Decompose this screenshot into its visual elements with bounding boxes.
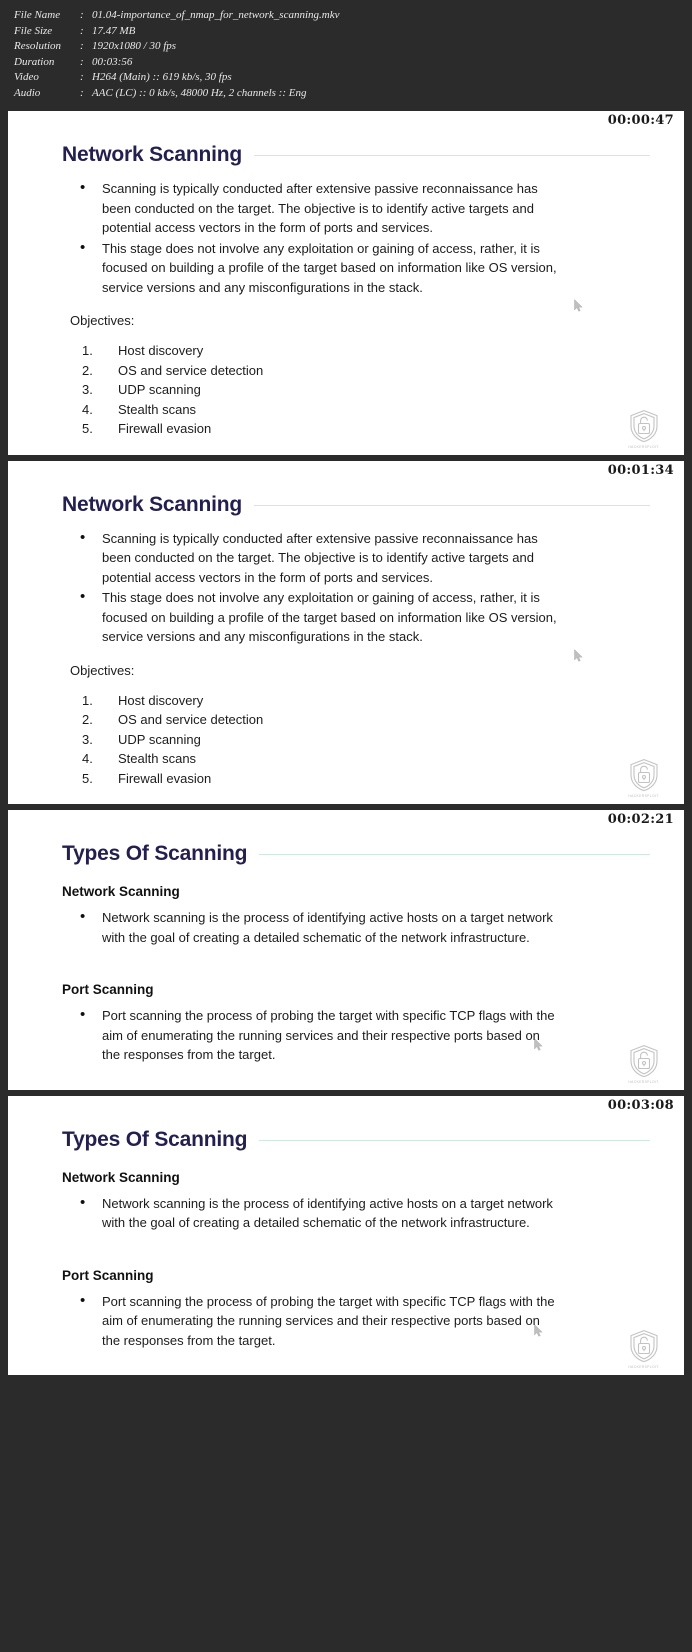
media-info-separator: : (80, 9, 84, 21)
section-heading: Port Scanning (62, 1267, 154, 1283)
list-item: Port scanning the process of probing the… (80, 1005, 560, 1065)
slide-title-container: Network Scanning (24, 490, 668, 519)
media-info-label: Resolution (14, 40, 62, 52)
video-frame-thumbnail[interactable]: 00:03:08 Types Of Scanning Network Scannin… (8, 1095, 684, 1376)
media-info-label: Audio (14, 86, 41, 99)
list-item: UDP scanning (82, 730, 201, 749)
shield-padlock-icon (618, 758, 670, 792)
list-item: Host discovery (82, 341, 204, 360)
slide-content: Types Of Scanning Network Scanning Network… (8, 840, 684, 1090)
timestamp-bar: 00:02:21 (8, 810, 684, 832)
media-info-label: File Name (14, 9, 61, 21)
list-item: Stealth scans (82, 749, 197, 768)
timestamp-bar: 00:03:08 (8, 1096, 684, 1118)
media-info-value: 01.04-importance_of_nmap_for_network_sca… (92, 9, 340, 21)
bullet-list: Port scanning the process of probing the… (80, 1291, 668, 1351)
media-info-label: File Size (14, 24, 53, 37)
mouse-cursor-icon (574, 648, 584, 662)
list-item: UDP scanning (82, 380, 201, 399)
watermark: HACKERSPLOIT. (618, 409, 670, 449)
objectives-label: Objectives: (70, 662, 135, 678)
frame-timestamp: 00:00:47 (607, 113, 674, 128)
bullet-list: Scanning is typically conducted after ex… (80, 178, 668, 298)
timestamp-bar: 00:01:34 (8, 461, 684, 483)
slide-content: Network Scanning Scanning is typically co… (8, 490, 684, 805)
media-info-row: Video: H264 (Main) :: 619 kb/s, 30 fps (14, 70, 682, 86)
media-info-row: Resolution:1920x1080 / 30 fps (14, 39, 682, 55)
list-item: Network scanning is the process of ident… (80, 1193, 560, 1233)
list-item: OS and service detection (82, 361, 264, 380)
slide-title: Types Of Scanning (24, 840, 260, 868)
list-item: Firewall evasion (82, 419, 212, 438)
media-info-value: 1920x1080 / 30 fps (92, 40, 177, 52)
media-info-separator: : (80, 55, 84, 68)
slide-title-container: Types Of Scanning (24, 840, 668, 868)
slide-title: Types Of Scanning (24, 1125, 260, 1154)
slide-title-container: Network Scanning (24, 141, 668, 169)
video-frame-thumbnail[interactable]: 00:00:47 Network Scanning Scanning is typi… (8, 111, 684, 455)
section-heading: Network Scanning (62, 1169, 180, 1185)
shield-padlock-icon (618, 1329, 670, 1363)
bullet-list: Scanning is typically conducted after ex… (80, 528, 668, 647)
list-item: Scanning is typically conducted after ex… (80, 178, 560, 238)
video-frame-thumbnail[interactable]: 00:02:21 Types Of Scanning Network Scannin… (8, 810, 684, 1090)
media-info-separator: : (80, 86, 84, 99)
watermark: HACKERSPLOIT. (618, 1044, 670, 1084)
list-item: OS and service detection (82, 710, 264, 729)
mouse-cursor-icon (534, 1037, 544, 1051)
media-info-value: 17.47 MB (92, 24, 136, 37)
media-info-value: H264 (Main) :: 619 kb/s, 30 fps (92, 71, 232, 83)
list-item: Scanning is typically conducted after ex… (80, 528, 560, 588)
watermark-brand: HACKERSPLOIT. (628, 1079, 660, 1084)
shield-padlock-icon (618, 409, 670, 443)
watermark-brand: HACKERSPLOIT. (628, 444, 660, 449)
media-info-separator: : (80, 24, 84, 37)
numbered-list: Host discovery OS and service detection UD… (82, 691, 668, 789)
slide-title: Network Scanning (24, 490, 254, 519)
media-info-separator: : (80, 71, 84, 83)
media-info-label: Video (14, 71, 39, 83)
section-heading: Network Scanning (62, 884, 180, 899)
bullet-list: Network scanning is the process of ident… (80, 907, 668, 947)
bullet-list: Port scanning the process of probing the… (80, 1005, 668, 1065)
shield-padlock-icon (618, 1044, 670, 1078)
list-item: Stealth scans (82, 400, 197, 419)
media-info-value: AAC (LC) :: 0 kb/s, 48000 Hz, 2 channels… (92, 86, 307, 99)
video-frame-thumbnail[interactable]: 00:01:34 Network Scanning Scanning is typi… (8, 460, 684, 805)
media-info-row: Duration:00:03:56 (14, 55, 682, 71)
video-contact-sheet: File Name:01.04-importance_of_nmap_for_n… (0, 0, 692, 1652)
media-info-header: File Name:01.04-importance_of_nmap_for_n… (0, 0, 692, 111)
list-item: Port scanning the process of probing the… (80, 1291, 560, 1351)
frame-timestamp: 00:02:21 (607, 812, 674, 827)
list-item: This stage does not involve any exploita… (80, 238, 560, 298)
list-item: Host discovery (82, 691, 204, 710)
slide-content: Network Scanning Scanning is typically co… (8, 141, 684, 455)
objectives-label: Objectives: (70, 313, 135, 328)
watermark: HACKERSPLOIT. (618, 758, 670, 798)
media-info-row: File Size:17.47 MB (14, 24, 682, 40)
list-item: Network scanning is the process of ident… (80, 907, 560, 947)
media-info-value: 00:03:56 (92, 55, 133, 68)
section-heading: Port Scanning (62, 982, 154, 997)
list-item: Firewall evasion (82, 769, 212, 788)
watermark-brand: HACKERSPLOIT. (628, 794, 660, 798)
numbered-list: Host discovery OS and service detection UD… (82, 341, 668, 439)
mouse-cursor-icon (574, 298, 584, 312)
frame-list: 00:00:47 Network Scanning Scanning is typi… (0, 111, 692, 1383)
media-info-separator: : (80, 40, 84, 52)
media-info-row: Audio: AAC (LC) :: 0 kb/s, 48000 Hz, 2 ch… (14, 86, 682, 102)
timestamp-bar: 00:00:47 (8, 111, 684, 133)
frame-timestamp: 00:03:08 (607, 1097, 674, 1113)
media-info-row: File Name:01.04-importance_of_nmap_for_n… (14, 8, 682, 24)
media-info-label: Duration (14, 55, 55, 68)
slide-title-container: Types Of Scanning (24, 1125, 668, 1154)
slide-title: Network Scanning (24, 141, 254, 169)
bullet-list: Network scanning is the process of ident… (80, 1193, 668, 1233)
watermark-brand: HACKERSPLOIT. (628, 1365, 660, 1369)
list-item: This stage does not involve any exploita… (80, 587, 560, 647)
slide-content: Types Of Scanning Network Scanning Network… (8, 1125, 684, 1376)
watermark: HACKERSPLOIT. (618, 1329, 670, 1369)
frame-timestamp: 00:01:34 (607, 462, 674, 478)
mouse-cursor-icon (534, 1323, 544, 1337)
